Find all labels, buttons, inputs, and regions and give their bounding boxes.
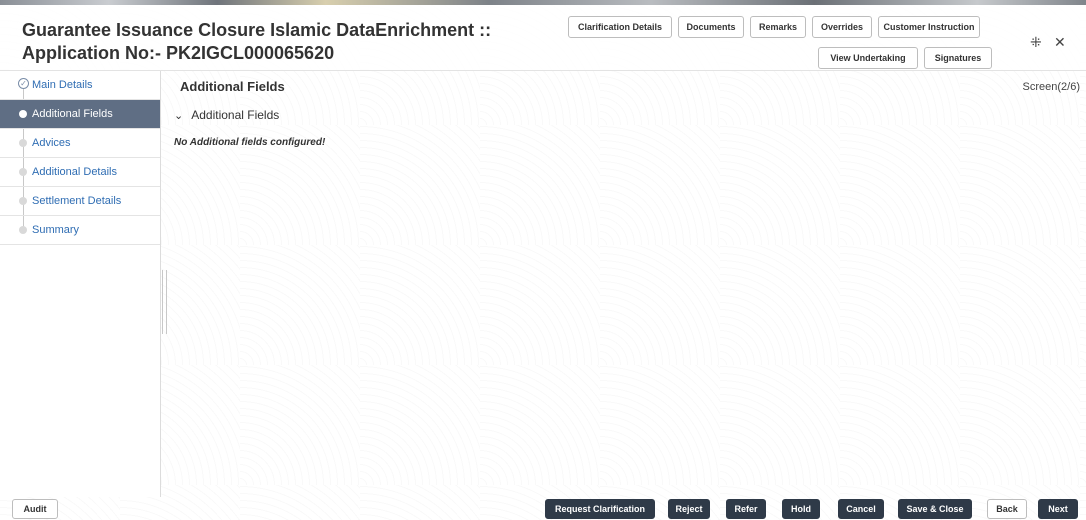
customer-instruction-button[interactable]: Customer Instruction <box>878 16 980 38</box>
compress-icon[interactable]: ⁜ <box>1030 34 1042 51</box>
close-icon[interactable]: ✕ <box>1054 34 1066 51</box>
audit-button[interactable]: Audit <box>12 499 58 519</box>
sidebar-item-label: Settlement Details <box>32 195 122 207</box>
step-dot-icon <box>19 139 27 147</box>
sidebar-item-main-details[interactable]: ✓ Main Details <box>0 71 160 100</box>
empty-state-message: No Additional fields configured! <box>174 137 326 148</box>
sidebar-item-label: Summary <box>32 224 80 236</box>
sidebar-navigation: ✓ Main Details Additional Fields Advices… <box>0 71 161 497</box>
additional-fields-accordion[interactable]: ⌄ Additional Fields <box>174 108 279 122</box>
view-undertaking-button[interactable]: View Undertaking <box>818 47 918 69</box>
save-close-button[interactable]: Save & Close <box>898 499 972 519</box>
chevron-down-icon: ⌄ <box>174 109 184 122</box>
refer-button[interactable]: Refer <box>726 499 766 519</box>
sidebar-item-label: Main Details <box>32 79 93 91</box>
cancel-button[interactable]: Cancel <box>838 499 884 519</box>
step-dot-icon <box>19 110 27 118</box>
documents-button[interactable]: Documents <box>678 16 744 38</box>
sidebar-resize-handle[interactable] <box>162 270 167 334</box>
check-circle-icon: ✓ <box>18 78 29 89</box>
sidebar-item-label: Additional Details <box>32 166 117 178</box>
next-button[interactable]: Next <box>1038 499 1078 519</box>
sidebar-item-advices[interactable]: Advices <box>0 129 160 158</box>
sidebar-item-summary[interactable]: Summary <box>0 216 160 245</box>
signatures-button[interactable]: Signatures <box>924 47 992 69</box>
section-title: Additional Fields <box>180 79 285 94</box>
back-button[interactable]: Back <box>987 499 1027 519</box>
page-title: Guarantee Issuance Closure Islamic DataE… <box>22 20 492 63</box>
screen-indicator: Screen(2/6) <box>1022 81 1080 93</box>
reject-button[interactable]: Reject <box>668 499 710 519</box>
window-header: Guarantee Issuance Closure Islamic DataE… <box>0 5 1086 71</box>
overrides-button[interactable]: Overrides <box>812 16 872 38</box>
sidebar-item-additional-fields[interactable]: Additional Fields <box>0 100 160 129</box>
step-dot-icon <box>19 226 27 234</box>
sidebar-item-settlement-details[interactable]: Settlement Details <box>0 187 160 216</box>
accordion-label: Additional Fields <box>191 108 280 122</box>
request-clarification-button[interactable]: Request Clarification <box>545 499 655 519</box>
step-dot-icon <box>19 168 27 176</box>
sidebar-item-label: Additional Fields <box>32 108 113 120</box>
sidebar-item-additional-details[interactable]: Additional Details <box>0 158 160 187</box>
hold-button[interactable]: Hold <box>782 499 820 519</box>
background-pattern <box>0 5 1086 520</box>
step-dot-icon <box>19 197 27 205</box>
sidebar-item-label: Advices <box>32 137 71 149</box>
remarks-button[interactable]: Remarks <box>750 16 806 38</box>
footer-bar: Audit Request Clarification Reject Refer… <box>0 497 1086 520</box>
clarification-details-button[interactable]: Clarification Details <box>568 16 672 38</box>
